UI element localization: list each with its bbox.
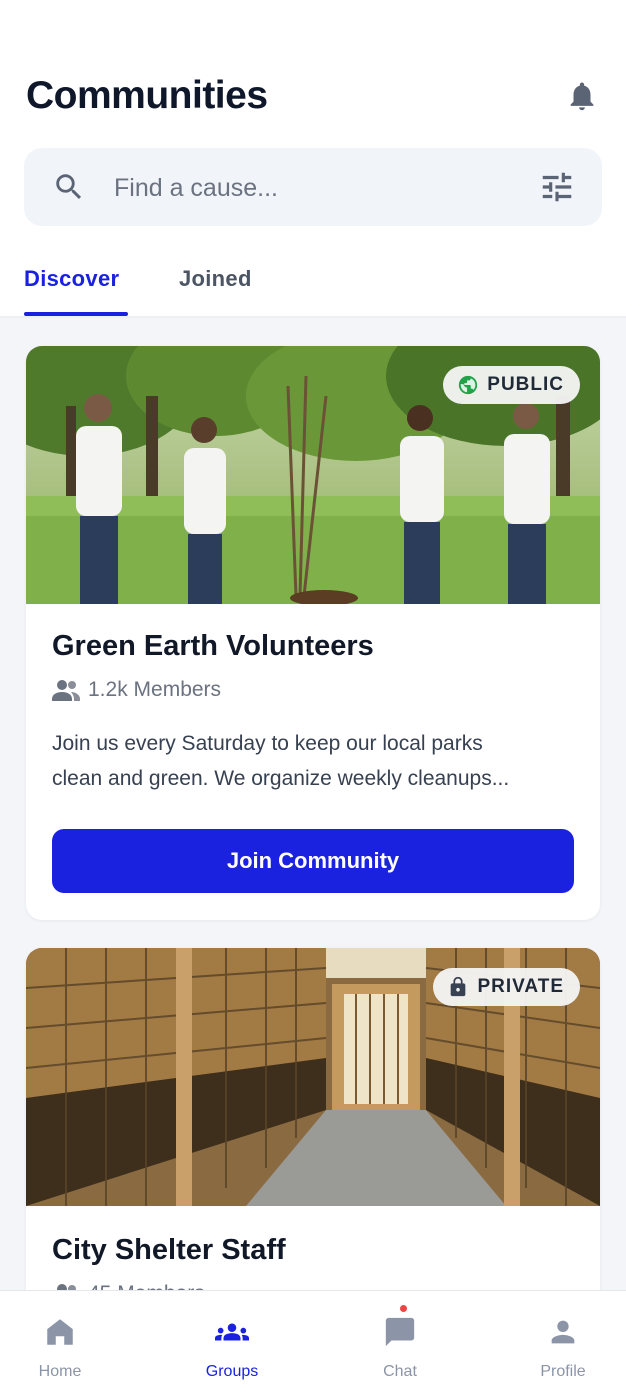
member-count-label: 1.2k Members xyxy=(88,678,222,701)
nav-label: Groups xyxy=(205,1363,259,1380)
community-feed[interactable]: PUBLIC Green Earth Volunteers 1.2k Membe… xyxy=(0,318,626,1290)
tab-joined[interactable]: Joined xyxy=(179,266,252,292)
member-count: 1.2k Members xyxy=(52,678,221,702)
visibility-label: PUBLIC xyxy=(487,374,564,395)
filter-sliders-icon[interactable] xyxy=(538,168,576,206)
member-count: 45 Members xyxy=(52,1282,205,1290)
search-icon xyxy=(56,174,82,200)
profile-icon xyxy=(551,1320,575,1344)
page-title: Communities xyxy=(26,74,268,117)
app-header: Communities Discover Joined xyxy=(0,0,626,318)
nav-profile[interactable]: Profile xyxy=(503,1291,623,1384)
visibility-label: PRIVATE xyxy=(477,976,564,997)
people-icon xyxy=(52,680,80,701)
community-card[interactable]: PRIVATE City Shelter Staff 45 Members xyxy=(26,948,600,1290)
groups-icon xyxy=(215,1323,249,1341)
community-description: Join us every Saturday to keep our local… xyxy=(52,726,572,796)
bell-icon[interactable] xyxy=(565,78,599,114)
description-line: Join us every Saturday to keep our local… xyxy=(52,732,483,755)
people-icon xyxy=(57,1284,76,1290)
join-community-button[interactable]: Join Community xyxy=(52,829,574,893)
community-name: City Shelter Staff xyxy=(52,1234,286,1266)
nav-label: Chat xyxy=(383,1363,417,1380)
visibility-badge: PUBLIC xyxy=(443,366,580,404)
globe-icon xyxy=(459,375,478,395)
search-input[interactable] xyxy=(114,166,514,210)
home-icon xyxy=(47,1319,73,1345)
community-name: Green Earth Volunteers xyxy=(52,630,374,662)
chat-icon xyxy=(385,1317,415,1347)
nav-groups[interactable]: Groups xyxy=(172,1291,292,1384)
community-card[interactable]: PUBLIC Green Earth Volunteers 1.2k Membe… xyxy=(26,346,600,920)
nav-chat[interactable]: Chat xyxy=(340,1291,460,1384)
member-count-label: 45 Members xyxy=(88,1282,205,1290)
tab-discover[interactable]: Discover xyxy=(24,266,119,292)
lock-icon xyxy=(451,976,466,997)
active-tab-indicator xyxy=(24,312,128,316)
nav-label: Profile xyxy=(540,1363,586,1380)
nav-home[interactable]: Home xyxy=(0,1291,120,1384)
nav-label: Home xyxy=(38,1363,82,1380)
notification-dot xyxy=(398,1303,409,1314)
visibility-badge: PRIVATE xyxy=(433,968,580,1006)
description-line: clean and green. We organize weekly clea… xyxy=(52,767,510,790)
bottom-navigation: Home Groups Chat Profile xyxy=(0,1290,626,1384)
